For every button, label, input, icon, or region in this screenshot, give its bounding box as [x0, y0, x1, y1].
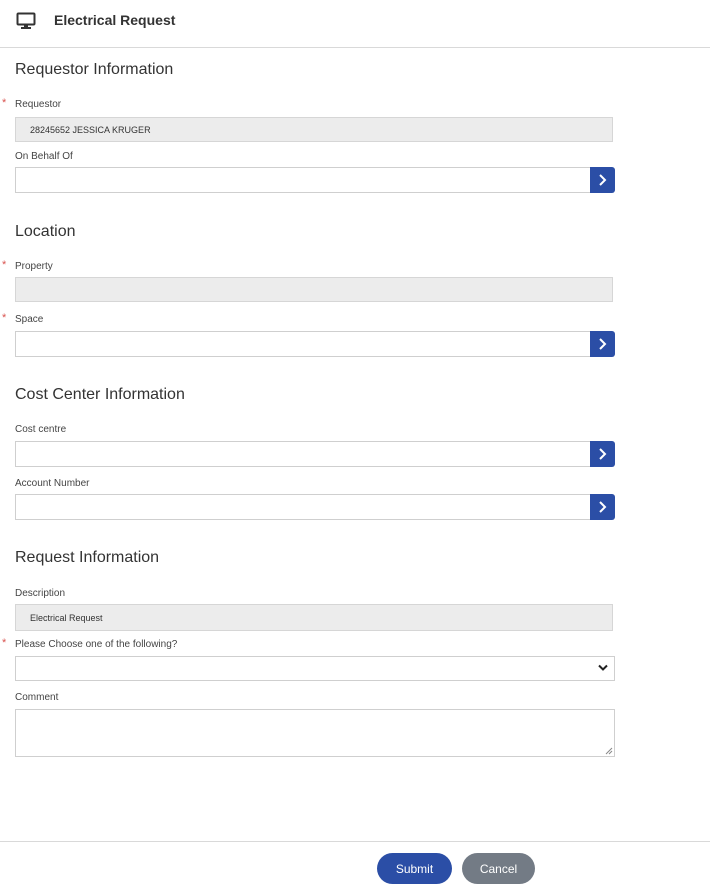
submit-button[interactable]: Submit [377, 853, 452, 884]
form-footer [0, 841, 710, 890]
account-number-lookup-button[interactable] [590, 494, 615, 520]
account-number-label: Account Number [15, 478, 90, 489]
required-marker: * [2, 97, 7, 109]
section-title-requestor: Requestor Information [15, 61, 174, 78]
page-title: Electrical Request [54, 12, 176, 28]
space-input[interactable] [15, 331, 591, 357]
description-label: Description [15, 588, 66, 599]
property-field [15, 277, 613, 302]
account-number-input[interactable] [15, 494, 591, 520]
on-behalf-lookup [15, 167, 615, 193]
requestor-value: 28245652 JESSICA KRUGER [30, 125, 151, 135]
cost-centre-label: Cost centre [15, 424, 67, 435]
section-title-location: Location [15, 223, 76, 240]
section-title-request: Request Information [15, 549, 160, 566]
cost-centre-lookup-button[interactable] [590, 441, 615, 467]
property-label: Property [15, 261, 53, 272]
chevron-right-icon [599, 338, 607, 350]
chevron-right-icon [599, 174, 607, 186]
cost-centre-input[interactable] [15, 441, 591, 467]
description-value: Electrical Request [30, 613, 103, 623]
chevron-right-icon [599, 448, 607, 460]
space-label: Space [15, 314, 44, 325]
required-marker: * [2, 312, 7, 324]
on-behalf-input[interactable] [15, 167, 591, 193]
chevron-down-icon [598, 664, 608, 671]
space-lookup [15, 331, 615, 357]
space-lookup-button[interactable] [590, 331, 615, 357]
monitor-icon [16, 12, 36, 30]
chevron-right-icon [599, 501, 607, 513]
required-marker: * [2, 637, 7, 649]
on-behalf-lookup-button[interactable] [590, 167, 615, 193]
comment-label: Comment [15, 692, 59, 703]
cost-centre-lookup [15, 441, 615, 467]
resize-handle-icon[interactable] [604, 746, 613, 755]
required-marker: * [2, 259, 7, 271]
section-title-cost-center: Cost Center Information [15, 386, 185, 403]
page-header: Electrical Request [0, 0, 710, 48]
requestor-field: 28245652 JESSICA KRUGER [15, 117, 613, 142]
requestor-label: Requestor [15, 99, 62, 110]
cancel-button[interactable]: Cancel [462, 853, 535, 884]
account-number-lookup [15, 494, 615, 520]
on-behalf-label: On Behalf Of [15, 151, 73, 162]
choose-select[interactable] [15, 656, 615, 681]
description-field: Electrical Request [15, 604, 613, 631]
choose-label: Please Choose one of the following? [15, 639, 178, 650]
comment-textarea[interactable] [15, 709, 615, 757]
